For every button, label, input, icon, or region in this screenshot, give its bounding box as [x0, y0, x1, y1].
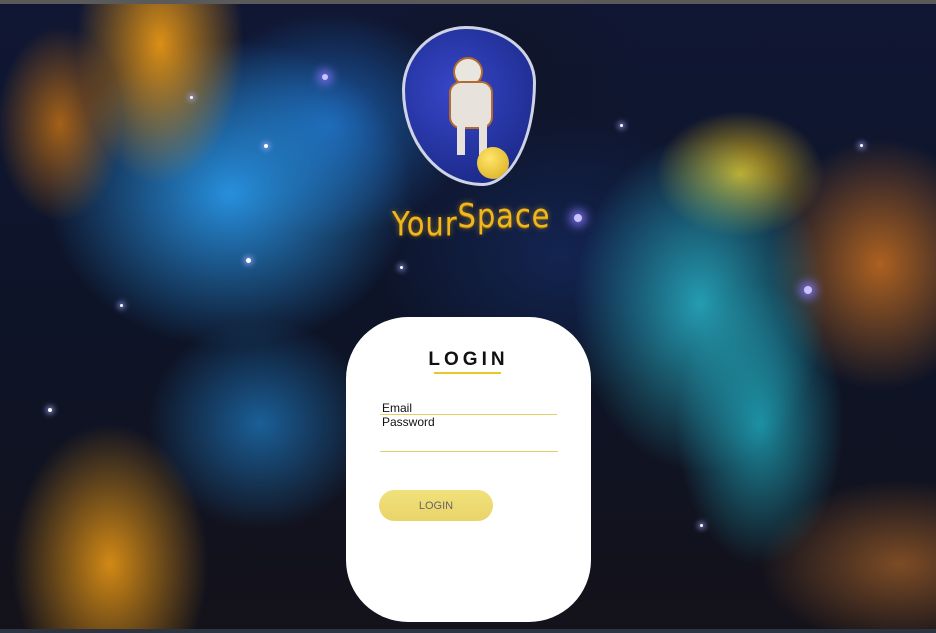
brand-logo [402, 26, 538, 188]
login-title: LOGIN [428, 349, 509, 370]
window-top-border [0, 0, 936, 4]
star-decoration [190, 96, 193, 99]
brand-word-your: Your [392, 204, 458, 243]
login-button[interactable]: LOGIN [379, 490, 493, 521]
star-decoration [860, 144, 863, 147]
star-decoration [246, 258, 251, 263]
star-decoration [120, 304, 123, 307]
astronaut-on-ball-icon [402, 26, 536, 186]
yellow-ball [477, 147, 509, 179]
star-decoration [322, 74, 328, 80]
password-field[interactable] [380, 451, 558, 452]
star-decoration [48, 408, 52, 412]
brand-wordmark: YourSpace [392, 196, 550, 246]
title-underline [434, 372, 501, 374]
brand-word-space: Space [457, 196, 551, 235]
star-decoration [620, 124, 623, 127]
email-label: Email [382, 401, 413, 415]
star-decoration [574, 214, 582, 222]
star-decoration [700, 524, 703, 527]
star-decoration [264, 144, 268, 148]
window-bottom-border [0, 629, 936, 633]
star-decoration [400, 266, 403, 269]
login-card: LOGIN Email Password LOGIN [346, 317, 591, 622]
star-decoration [804, 286, 812, 294]
password-label: Password [382, 415, 435, 429]
